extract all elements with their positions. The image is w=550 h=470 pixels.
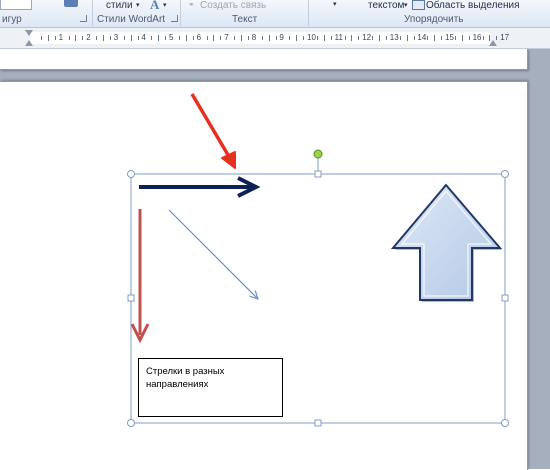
text-box[interactable]: Стрелки в разных направлениях: [138, 358, 283, 417]
up-block-arrow[interactable]: [390, 183, 503, 301]
callout-arrow-shaft: [190, 93, 233, 161]
resize-handle-bottom-left[interactable]: [127, 419, 135, 427]
callout-arrow-head: [221, 151, 236, 169]
thin-diagonal-arrow[interactable]: [168, 209, 258, 299]
resize-handle-top-left[interactable]: [127, 170, 135, 178]
resize-handle-right[interactable]: [501, 294, 509, 302]
resize-handle-bottom-right[interactable]: [501, 419, 509, 427]
text-box-content: Стрелки в разных направлениях: [146, 366, 225, 390]
resize-handle-top-right[interactable]: [501, 170, 509, 178]
resize-handle-top[interactable]: [314, 170, 322, 178]
rotation-handle[interactable]: [313, 149, 323, 159]
resize-handle-left[interactable]: [127, 294, 135, 302]
resize-handle-bottom[interactable]: [314, 419, 322, 427]
